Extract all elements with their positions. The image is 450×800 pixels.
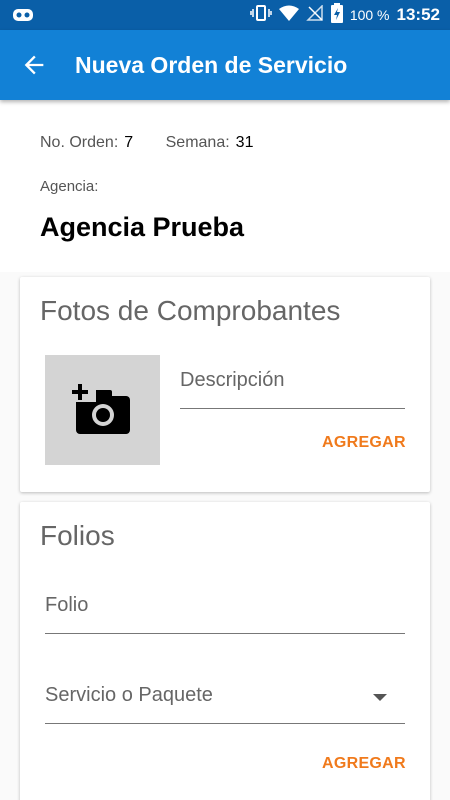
folio-field[interactable] — [45, 594, 405, 634]
battery-percent: 100 % — [349, 7, 390, 23]
clock: 13:52 — [396, 5, 440, 24]
folios-card: Folios Servicio o Paquete AGREGAR — [20, 502, 430, 800]
photos-card: Fotos de Comprobantes AGREGAR — [20, 277, 430, 492]
wifi-icon — [278, 5, 299, 26]
service-package-placeholder: Servicio o Paquete — [45, 684, 213, 706]
service-package-select[interactable]: Servicio o Paquete — [45, 684, 405, 724]
back-arrow-icon — [24, 55, 44, 75]
add-photo-button[interactable] — [45, 355, 160, 465]
week-value: 31 — [235, 134, 254, 151]
week-label: Semana: — [165, 134, 230, 151]
page-title: Nueva Orden de Servicio — [75, 52, 348, 78]
order-number-label: No. Orden: — [40, 134, 119, 151]
order-info-row: No. Orden: 7 Semana: 31 — [40, 134, 281, 152]
main-content: No. Orden: 7 Semana: 31 Agencia: Agencia P… — [0, 100, 450, 800]
agency-label: Agencia: — [40, 178, 99, 195]
dropdown-arrow-icon — [373, 694, 387, 701]
no-signal-icon — [306, 3, 324, 26]
add-photo-agregar-button[interactable]: AGREGAR — [322, 434, 406, 452]
add-folio-agregar-button[interactable]: AGREGAR — [322, 755, 406, 773]
vibrate-icon — [250, 4, 272, 27]
order-number-value: 7 — [124, 134, 134, 151]
description-input[interactable] — [180, 369, 405, 392]
status-bar: 100 % 13:52 — [0, 0, 450, 30]
app-notification-icon — [12, 7, 34, 28]
add-photo-camera-icon — [72, 382, 130, 434]
folios-card-title: Folios — [40, 520, 115, 551]
photos-card-title: Fotos de Comprobantes — [40, 295, 341, 326]
battery-icon — [330, 2, 343, 28]
description-field[interactable] — [180, 369, 405, 409]
folio-input[interactable] — [45, 594, 405, 617]
back-button[interactable] — [20, 51, 48, 79]
app-bar: Nueva Orden de Servicio — [0, 30, 450, 100]
agency-name: Agencia Prueba — [40, 212, 245, 242]
order-header: No. Orden: 7 Semana: 31 Agencia: Agencia P… — [0, 100, 450, 272]
